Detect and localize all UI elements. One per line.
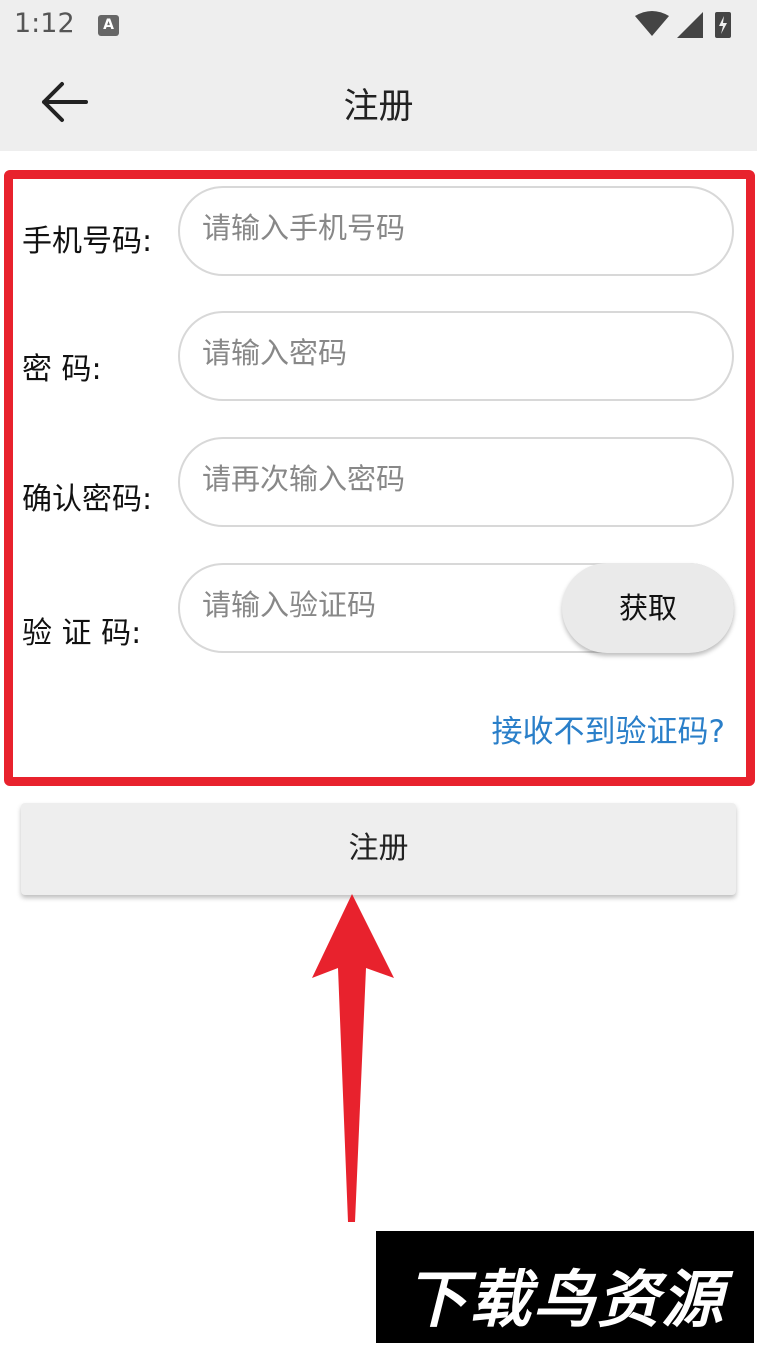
confirm-password-input[interactable] [200,461,564,497]
app-bar: 注册 [0,52,757,151]
code-input[interactable] [200,587,564,623]
phone-label: 手机号码: [22,224,153,259]
signal-icon [677,12,703,38]
password-field[interactable] [178,311,734,401]
code-help-link[interactable]: 接收不到验证码? [492,706,725,751]
page-title: 注册 [343,87,414,127]
wifi-icon [635,11,669,36]
watermark-text: 下载鸟资源 [404,1263,725,1336]
watermark-logo: 下载鸟资源 [376,1231,754,1343]
password-label: 密 码: [22,352,102,387]
confirm-password-label: 确认密码: [22,482,153,517]
notification-icon: A [98,15,119,36]
password-input[interactable] [200,335,564,371]
annotation-arrow-icon [312,894,394,1222]
status-time: 1:12 [14,8,75,39]
phone-input[interactable] [200,210,564,246]
code-label: 验 证 码: [22,616,142,651]
register-button[interactable]: 注册 [21,803,736,895]
get-code-button[interactable]: 获取 [562,563,734,653]
system-status-icons [635,11,731,38]
phone-field[interactable] [178,186,734,276]
status-bar: 1:12 A [0,0,757,52]
confirm-password-field[interactable] [178,437,734,527]
code-field[interactable]: 获取 [178,563,734,653]
